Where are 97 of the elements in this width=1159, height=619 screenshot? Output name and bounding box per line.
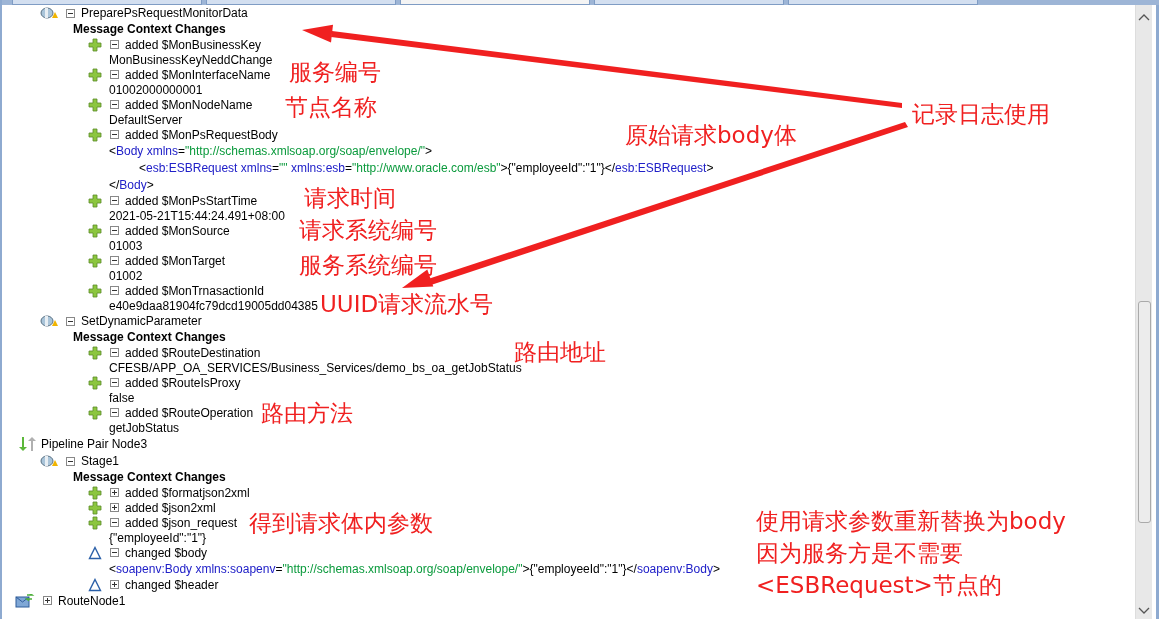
section-heading: Message Context Changes [73, 22, 226, 36]
section-heading: Message Context Changes [73, 330, 226, 344]
annotation: 得到请求体内参数 [249, 509, 433, 537]
annotation: 服务编号 [289, 58, 381, 86]
collapse-toggle[interactable] [66, 456, 75, 466]
variable-value: {"employeeId":"1"} [109, 530, 207, 545]
collapse-toggle[interactable] [110, 348, 119, 357]
xml-line: <esb:ESBRequest xmlns="" xmlns:esb="http://www.oracle.com/esb">{"employeeId":"1"}</esb:ESBRequest> [139, 160, 714, 175]
delta-icon [88, 577, 102, 592]
plus-icon [88, 253, 102, 268]
variable-change: added $MonSource [125, 223, 230, 238]
collapse-toggle[interactable] [110, 256, 119, 265]
collapse-toggle[interactable] [110, 40, 119, 49]
annotation: 路由方法 [261, 399, 353, 427]
collapse-toggle[interactable] [110, 378, 119, 387]
scrollbar[interactable] [1135, 5, 1152, 619]
xml-line: </Body> [109, 177, 154, 192]
variable-change: added $MonNodeName [125, 97, 253, 112]
plus-icon [88, 500, 102, 515]
annotation: UUID请求流水号 [320, 290, 494, 318]
collapse-toggle[interactable] [110, 196, 119, 205]
collapse-toggle[interactable] [110, 518, 119, 527]
variable-change: added $RouteOperation [125, 405, 254, 420]
variable-value: MonBusinessKeyNeddChange [109, 52, 273, 67]
plus-icon [88, 67, 102, 82]
envelope-icon [15, 593, 35, 608]
stage-icon [40, 454, 58, 468]
route-label[interactable]: RouteNode1 [58, 593, 126, 608]
plus-icon [88, 127, 102, 142]
scroll-up-icon[interactable] [1138, 13, 1150, 21]
collapse-toggle[interactable] [110, 408, 119, 417]
arrows-icon [18, 436, 36, 452]
variable-value: e40e9daa81904fc79dcd19005dd04385 [109, 298, 318, 313]
plus-icon [88, 223, 102, 238]
expand-toggle[interactable] [110, 503, 119, 512]
plus-icon [88, 345, 102, 360]
annotation: 因为服务方是不需要 [756, 539, 963, 567]
variable-change: added $MonBusinessKey [125, 37, 262, 52]
variable-change: added $MonTarget [125, 253, 226, 268]
annotation: 节点名称 [285, 93, 377, 121]
plus-icon [88, 283, 102, 298]
expand-toggle[interactable] [43, 596, 52, 605]
collapse-toggle[interactable] [110, 100, 119, 109]
variable-value: DefaultServer [109, 112, 183, 127]
stage-icon [40, 314, 58, 328]
variable-change: added $MonInterfaceName [125, 67, 271, 82]
collapse-toggle[interactable] [110, 130, 119, 139]
variable-change: changed $body [125, 545, 208, 560]
plus-icon [88, 193, 102, 208]
annotation: 请求系统编号 [299, 216, 437, 244]
collapse-toggle[interactable] [110, 548, 119, 557]
variable-change: added $MonPsRequestBody [125, 127, 278, 142]
collapse-toggle[interactable] [66, 8, 75, 18]
variable-change: added $RouteIsProxy [125, 375, 241, 390]
annotation: 服务系统编号 [299, 251, 437, 279]
variable-change: added $json2xml [125, 500, 216, 515]
plus-icon [88, 97, 102, 112]
delta-icon [88, 545, 102, 560]
variable-change: changed $header [125, 577, 219, 592]
annotation: 请求时间 [304, 184, 396, 212]
collapse-toggle[interactable] [110, 286, 119, 295]
variable-change: added $MonTrnasactionId [125, 283, 264, 298]
plus-icon [88, 485, 102, 500]
variable-value: getJobStatus [109, 420, 180, 435]
stage-icon [40, 6, 58, 20]
plus-icon [88, 375, 102, 390]
stage-label[interactable]: SetDynamicParameter [81, 314, 202, 328]
scroll-thumb[interactable] [1137, 301, 1151, 523]
xml-line: <soapenv:Body xmlns:soapenv="http://schemas.xmlsoap.org/soap/envelope/">{"employeeId":"1"}</soapenv:Body> [109, 561, 720, 576]
stage-label[interactable]: Stage1 [81, 454, 120, 468]
plus-icon [88, 515, 102, 530]
variable-value: 01003 [109, 238, 143, 253]
variable-value: 01002 [109, 268, 143, 283]
annotation: <ESBRequest>节点的 [756, 571, 1002, 599]
xml-line: <Body xmlns="http://schemas.xmlsoap.org/soap/envelope/"> [109, 143, 433, 158]
plus-icon [88, 37, 102, 52]
annotation: 使用请求参数重新替换为body [756, 507, 1066, 535]
collapse-toggle[interactable] [110, 226, 119, 235]
variable-change: added $formatjson2xml [125, 485, 250, 500]
variable-value: false [109, 390, 135, 405]
expand-toggle[interactable] [110, 488, 119, 497]
variable-change: added $MonPsStartTime [125, 193, 258, 208]
variable-change: added $RouteDestination [125, 345, 261, 360]
variable-value: 01002000000001 [109, 82, 203, 97]
tab[interactable] [400, 0, 590, 5]
variable-value: 2021-05-21T15:44:24.491+08:00 [109, 208, 285, 223]
expand-toggle[interactable] [110, 580, 119, 589]
annotation: 原始请求body体 [625, 121, 797, 149]
annotation: 记录日志使用 [912, 100, 1050, 128]
pipeline-label[interactable]: Pipeline Pair Node3 [41, 437, 148, 451]
variable-change: added $json_request [125, 515, 238, 530]
collapse-toggle[interactable] [66, 316, 75, 326]
section-heading: Message Context Changes [73, 470, 226, 484]
stage-label[interactable]: PreparePsRequestMonitorData [81, 6, 248, 20]
scroll-down-icon[interactable] [1138, 607, 1150, 615]
collapse-toggle[interactable] [110, 70, 119, 79]
plus-icon [88, 405, 102, 420]
